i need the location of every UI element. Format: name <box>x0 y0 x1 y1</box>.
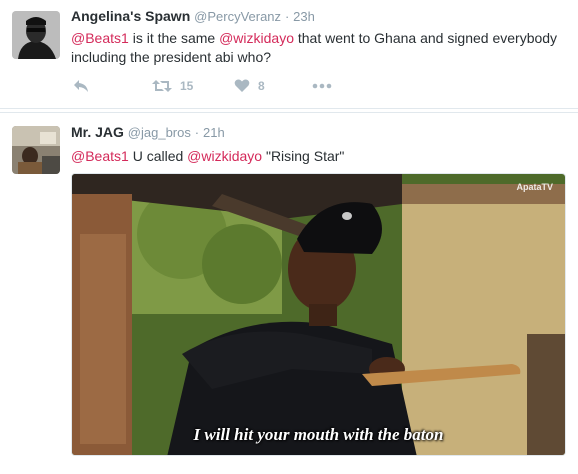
reply-button[interactable] <box>73 77 89 95</box>
separator: · <box>194 125 200 140</box>
tweet-text: @Beats1 U called @wizkidayo "Rising Star… <box>71 147 566 166</box>
user-handle[interactable]: @jag_bros <box>128 125 191 140</box>
tweet-header: Angelina's Spawn @PercyVeranz · 23h <box>71 8 315 24</box>
retweet-count: 15 <box>180 79 194 93</box>
tweet[interactable]: Mr. JAG @jag_bros · 21h @Beats1 U called… <box>0 112 578 474</box>
separator: · <box>284 9 290 24</box>
mention-link[interactable]: @wizkidayo <box>219 30 294 46</box>
watermark: ApataTV <box>516 182 553 192</box>
tweet-header: Mr. JAG @jag_bros · 21h <box>71 124 225 140</box>
like-count: 8 <box>258 79 265 93</box>
more-icon <box>312 83 332 89</box>
timestamp[interactable]: 21h <box>203 125 225 140</box>
avatar[interactable] <box>12 11 60 59</box>
mention-link[interactable]: @wizkidayo <box>187 148 262 164</box>
display-name[interactable]: Angelina's Spawn <box>71 8 190 24</box>
reply-icon <box>74 80 88 92</box>
media-scene <box>72 174 565 455</box>
mention-link[interactable]: @Beats1 <box>71 148 129 164</box>
tweet-text: @Beats1 is it the same @wizkidayo that w… <box>71 29 566 67</box>
text-segment: "Rising Star" <box>262 148 345 164</box>
like-button[interactable]: 8 <box>234 77 265 95</box>
avatar[interactable] <box>12 126 60 174</box>
heart-icon <box>234 79 250 92</box>
mention-link[interactable]: @Beats1 <box>71 30 129 46</box>
timestamp[interactable]: 23h <box>293 9 315 24</box>
tweet[interactable]: Angelina's Spawn @PercyVeranz · 23h @Bea… <box>0 0 578 109</box>
media-caption: I will hit your mouth with the baton <box>193 425 444 444</box>
more-button[interactable] <box>312 77 332 95</box>
user-handle[interactable]: @PercyVeranz <box>194 9 281 24</box>
text-segment: U called <box>128 148 188 164</box>
text-segment: is it the same <box>128 30 220 46</box>
tweet-actions: 15 8 <box>71 77 371 97</box>
display-name[interactable]: Mr. JAG <box>71 124 124 140</box>
retweet-button[interactable]: 15 <box>152 77 193 95</box>
tweet-media-image[interactable]: ApataTV I will hit your mouth with the b… <box>71 173 566 456</box>
retweet-icon <box>152 80 172 92</box>
